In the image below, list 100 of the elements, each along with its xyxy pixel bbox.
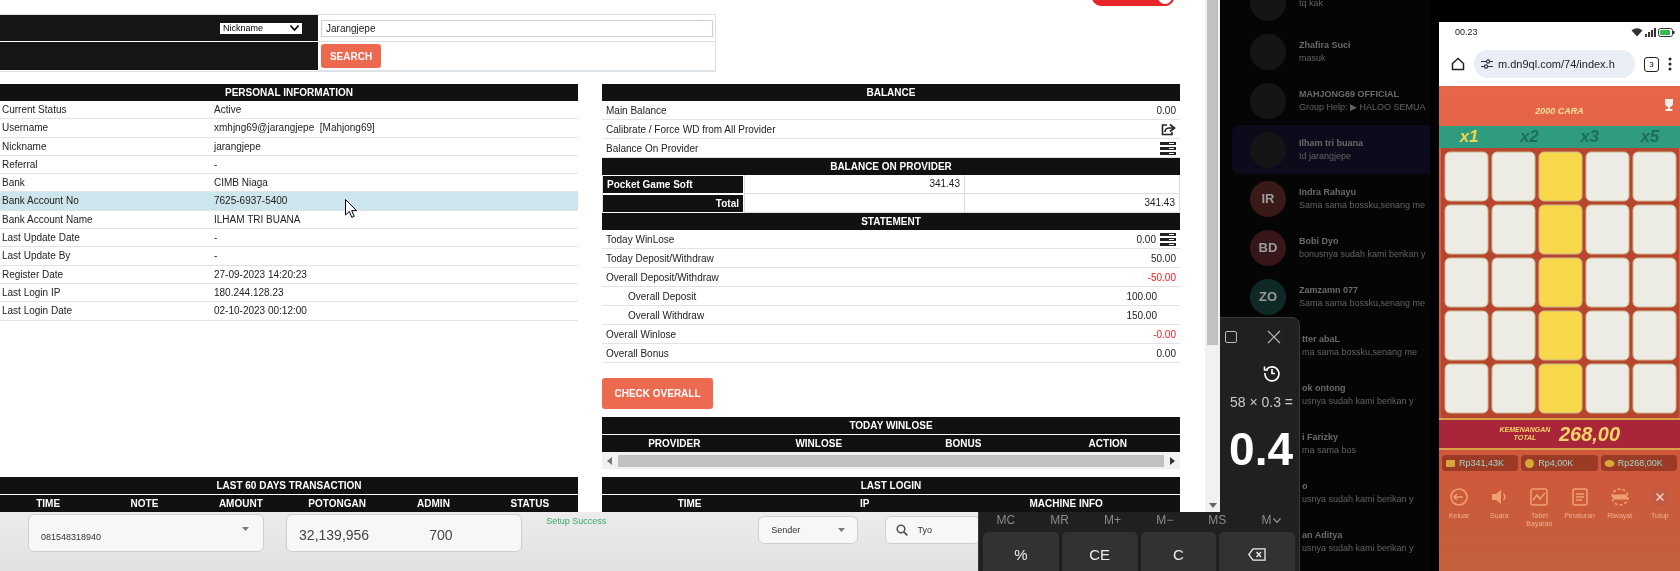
message-preview: ma sama bos xyxy=(1302,445,1357,455)
signal-icon xyxy=(1645,27,1656,37)
column-header: ACTION xyxy=(1087,437,1128,451)
avatar: IR xyxy=(1250,180,1286,217)
dropdown-icon xyxy=(837,528,845,532)
contact-name: ok ontong xyxy=(1302,383,1347,393)
message-preview: usnya sudah kami berikan y xyxy=(1302,396,1414,406)
search-field[interactable]: Tyo xyxy=(884,516,980,544)
memory-button[interactable]: MC xyxy=(992,512,1020,528)
memory-button[interactable]: MS xyxy=(1204,512,1231,528)
chat-item[interactable]: i Farizky ma sama bos xyxy=(1300,419,1430,468)
field-select[interactable]: Nickname xyxy=(220,22,302,34)
wifi-icon xyxy=(1631,27,1643,37)
horizontal-scrollbar[interactable] xyxy=(602,452,1180,469)
field-label: Register Date xyxy=(1,267,65,282)
field-label: Bank Account Name xyxy=(1,212,94,227)
field-value: jarangjepe xyxy=(214,139,261,154)
chat-item[interactable]: tter abaL ma sama bossku,senang me xyxy=(1300,321,1430,370)
memory-button[interactable]: M− xyxy=(1152,512,1178,528)
column-header: TIME xyxy=(35,497,62,511)
section-header: TODAY WINLOSE xyxy=(602,417,1180,434)
column-header: PROVIDER xyxy=(647,437,702,451)
field-value: CIMB Niaga xyxy=(214,176,268,191)
amount-field[interactable]: 32,139,956 700 xyxy=(286,514,523,552)
memory-button[interactable]: MR xyxy=(1046,512,1073,528)
column-header: TIME xyxy=(676,497,703,511)
field-label: Calibrate / Force WD from All Provider xyxy=(606,123,776,135)
bet-icon xyxy=(1524,457,1536,469)
chevron-icon xyxy=(1273,517,1282,523)
memory-button[interactable]: M xyxy=(1257,512,1286,528)
message-preview: bonusnya sudah kami berikan y xyxy=(1299,249,1426,259)
clock-text: 00.23 xyxy=(1455,27,1478,37)
close-icon[interactable] xyxy=(1267,329,1281,344)
field-label: Referral xyxy=(1,157,39,172)
badge-icon xyxy=(1609,487,1630,507)
key-button[interactable]: C xyxy=(1140,532,1217,571)
home-icon[interactable] xyxy=(1451,57,1465,71)
field-label: Overall Deposit/Withdraw xyxy=(606,271,719,283)
message-preview: masuk xyxy=(1299,53,1327,63)
field-label: Overall Deposit xyxy=(628,290,697,302)
field-label: Nickname xyxy=(1,139,48,154)
table-cell: 341.43 xyxy=(744,175,964,194)
contact-name: MAHJONG69 OFFICIAL xyxy=(1299,89,1400,99)
chat-item[interactable]: Ilham tri buana Id jarangjepe xyxy=(1232,125,1430,174)
message-preview: Sama sama bossku,senang me xyxy=(1299,298,1426,308)
tab-count-button[interactable]: 3 xyxy=(1644,56,1659,72)
contact-name: Indra Rahayu xyxy=(1299,187,1357,197)
memory-button[interactable]: M+ xyxy=(1100,512,1126,528)
search-button[interactable]: SEARCH xyxy=(321,44,381,68)
field-label: Username xyxy=(1,121,50,136)
balance-chip: Rp4,00K xyxy=(1521,455,1598,471)
search-icon xyxy=(895,524,908,536)
maximize-icon[interactable] xyxy=(1225,330,1237,343)
contact-name: Ilham tri buana xyxy=(1299,138,1363,148)
phone-field[interactable]: 081548318940 xyxy=(28,514,265,552)
section-header: BALANCE ON PROVIDER xyxy=(602,158,1180,175)
avatar: BD xyxy=(1250,229,1286,266)
scroll-down-icon[interactable] xyxy=(1209,503,1217,508)
contact-name: tter abaL xyxy=(1302,334,1341,344)
share-icon[interactable] xyxy=(1161,122,1176,136)
chat-item[interactable]: o usnya sudah kami berikan y xyxy=(1300,468,1430,517)
chat-item[interactable]: ok ontong usnya sudah kami berikan y xyxy=(1300,370,1430,419)
field-value: 150.00 xyxy=(1126,309,1157,321)
balance-chip: Rp268,00K xyxy=(1600,455,1677,471)
menu-icon[interactable] xyxy=(1668,57,1672,71)
key-button[interactable]: CE xyxy=(1061,532,1138,571)
field-label: Last Update By xyxy=(1,249,72,264)
list-icon[interactable] xyxy=(1160,141,1176,155)
scroll-right-icon[interactable] xyxy=(1170,456,1175,465)
field-label: Bank Account No xyxy=(1,194,80,209)
chat-item[interactable]: Zhafira Suci masuk xyxy=(1232,27,1430,76)
field-label: Today Deposit/Withdraw xyxy=(606,252,714,264)
search-input[interactable]: Jarangjepe xyxy=(321,19,713,37)
field-label: Last Login IP xyxy=(1,285,62,300)
check-overall-button[interactable]: CHECK OVERALL xyxy=(602,378,713,409)
column-header: MACHINE INFO xyxy=(1028,497,1104,511)
backspace-icon xyxy=(1248,547,1267,561)
field-label: Last Update Date xyxy=(1,231,81,246)
scroll-left-icon[interactable] xyxy=(607,456,612,465)
address-bar[interactable]: m.dn9ql.com/74/index.h xyxy=(1474,50,1635,78)
chat-item[interactable]: IR Indra Rahayu Sama sama bossku,senang me xyxy=(1232,174,1430,223)
message-preview: Group Help: ▶ HALOO SEMUA xyxy=(1299,102,1426,112)
field-value: xmhjng69@jarangjepe [Mahjong69] xyxy=(214,121,375,136)
dropdown-icon xyxy=(242,527,250,531)
chat-item[interactable]: MAHJONG69 OFFICIAL Group Help: ▶ HALOO SEMUA xyxy=(1232,76,1430,125)
list-icon[interactable] xyxy=(1160,232,1176,246)
contact-name: Zamzamn 077 xyxy=(1299,285,1360,295)
backspace-button[interactable] xyxy=(1219,532,1295,571)
chat-item[interactable]: BD Bobi Dyo bonusnya sudah kami berikan y xyxy=(1232,223,1430,272)
field-value: 02-10-2023 00:12:00 xyxy=(214,304,307,319)
key-button[interactable]: % xyxy=(983,532,1059,571)
contact-name: o xyxy=(1302,481,1309,491)
history-icon[interactable] xyxy=(1263,363,1281,382)
trophy-icon[interactable] xyxy=(1662,98,1676,112)
chat-item[interactable]: ZO Zamzamn 077 Sama sama bossku,senang me xyxy=(1232,272,1430,321)
chat-item[interactable]: an Aditya usnya sudah kami berikan y xyxy=(1300,517,1430,566)
sender-select[interactable]: Sender xyxy=(758,516,858,544)
scrollbar[interactable] xyxy=(1205,0,1220,512)
message-preview: usnya sudah kami berikan y xyxy=(1302,543,1414,553)
contact-name: i Farizky xyxy=(1302,432,1340,442)
